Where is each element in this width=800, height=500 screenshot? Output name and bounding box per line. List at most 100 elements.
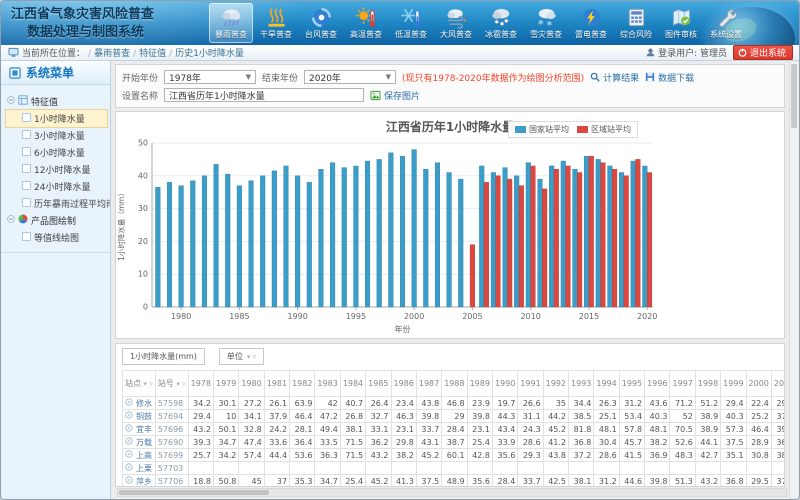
- table-row[interactable]: 萍乡5770618.850.8453735.334.725.445.241.33…: [123, 475, 786, 488]
- start-year-select[interactable]: 1978年 ▼: [164, 70, 256, 84]
- column-header-year[interactable]: 1984: [340, 371, 365, 397]
- filter-panel: 开始年份 1978年 ▼ 结束年份 2020年 ▼ (现只有1978-2020年…: [115, 64, 785, 108]
- radio-icon[interactable]: [125, 450, 133, 460]
- column-header-year[interactable]: 1988: [442, 371, 467, 397]
- breadcrumb-item[interactable]: 历史1小时降水量: [175, 49, 244, 59]
- sidebar-group-color-wheel[interactable]: 产品图绘制: [6, 212, 107, 229]
- column-header-year[interactable]: 1998: [695, 371, 720, 397]
- breadcrumb-item[interactable]: 暴雨普查: [94, 49, 130, 59]
- precip-value: 40.7: [340, 397, 365, 410]
- checkbox-icon[interactable]: [22, 130, 31, 142]
- sidebar-item[interactable]: 等值线绘图: [6, 229, 107, 246]
- column-header-year[interactable]: 1985: [366, 371, 391, 397]
- sidebar-item[interactable]: 3小时降水量: [6, 127, 107, 144]
- checkbox-icon[interactable]: [22, 113, 31, 125]
- checkbox-icon[interactable]: [22, 198, 31, 210]
- toolbar-item-wind-survey[interactable]: 大风普查: [434, 3, 478, 43]
- sidebar: 系统菜单 特征值1小时降水量3小时降水量6小时降水量12小时降水量24小时降水量…: [1, 61, 111, 499]
- toolbar-item-lightning-survey[interactable]: 雷电普查: [569, 3, 613, 43]
- toolbar-item-snow-survey[interactable]: 雪灾普查: [524, 3, 568, 43]
- station-name: 上栗: [136, 463, 152, 474]
- column-header-year[interactable]: 1981: [264, 371, 289, 397]
- column-header-year[interactable]: 1991: [518, 371, 543, 397]
- horizontal-scrollbar-thumb[interactable]: [119, 490, 269, 495]
- column-header-year[interactable]: 2001: [771, 371, 785, 397]
- checkbox-icon[interactable]: [22, 164, 31, 176]
- radio-icon[interactable]: [125, 411, 133, 421]
- toolbar-item-drought-survey[interactable]: 干旱普查: [254, 3, 298, 43]
- sidebar-item[interactable]: 1小时降水量: [6, 110, 107, 127]
- column-header-year[interactable]: 1999: [721, 371, 746, 397]
- column-header-year[interactable]: 1994: [594, 371, 619, 397]
- chart-legend: 国家站平均区域站平均: [508, 121, 638, 138]
- sidebar-item[interactable]: 6小时降水量: [6, 144, 107, 161]
- main-toolbar: 暴雨普查干旱普查台风普查高温普查低温普查大风普查冰雹普查雪灾普查雷电普查综合风险…: [209, 3, 748, 43]
- toolbar-item-risk-calc[interactable]: 综合风险: [614, 3, 658, 43]
- column-header-year[interactable]: 1992: [543, 371, 568, 397]
- radio-icon[interactable]: [125, 476, 133, 486]
- sidebar-item[interactable]: 历年暴雨过程平均雨量: [6, 195, 107, 212]
- table-row[interactable]: 修水5759834.230.127.226.163.94240.726.423.…: [123, 397, 786, 410]
- toolbar-item-hail-survey[interactable]: 冰雹普查: [479, 3, 523, 43]
- column-header-year[interactable]: 1982: [290, 371, 315, 397]
- precip-value: 42.5: [543, 475, 568, 488]
- sidebar-item[interactable]: 24小时降水量: [6, 178, 107, 195]
- vertical-scrollbar[interactable]: [789, 62, 798, 497]
- table-row[interactable]: 上高5769925.734.257.444.453.636.371.543.23…: [123, 449, 786, 462]
- toolbar-item-low-temp-survey[interactable]: 低温普查: [389, 3, 433, 43]
- toolbar-item-system-settings[interactable]: 系统设置: [704, 3, 748, 43]
- horizontal-scrollbar[interactable]: [117, 488, 787, 497]
- chart-name-input[interactable]: 江西省历年1小时降水量: [164, 88, 364, 102]
- column-header-station[interactable]: 站点 ▾ ▿: [123, 371, 156, 397]
- checkbox-icon[interactable]: [22, 232, 31, 244]
- column-header-year[interactable]: 2000: [746, 371, 771, 397]
- typhoon-survey-icon: [309, 5, 333, 29]
- column-header-year[interactable]: 1980: [239, 371, 264, 397]
- logout-button[interactable]: 退出系统: [733, 45, 793, 60]
- column-header-year[interactable]: 1986: [391, 371, 416, 397]
- column-header-year[interactable]: 1983: [315, 371, 340, 397]
- vertical-scrollbar-thumb[interactable]: [791, 64, 797, 128]
- radio-icon[interactable]: [125, 437, 133, 447]
- table-row[interactable]: 铜鼓5769429.41034.137.946.447.226.832.746.…: [123, 410, 786, 423]
- precip-value: 25.1: [594, 410, 619, 423]
- radio-icon[interactable]: [125, 424, 133, 434]
- column-header-year[interactable]: 1978: [188, 371, 213, 397]
- toolbar-item-rain-survey[interactable]: 暴雨普查: [209, 3, 253, 43]
- column-header-year[interactable]: 1990: [492, 371, 517, 397]
- station-name: 铜鼓: [136, 411, 152, 422]
- radio-icon[interactable]: [125, 463, 133, 473]
- column-header-station-id[interactable]: 站号 ▾ ▿: [155, 371, 188, 397]
- sidebar-item[interactable]: 12小时降水量: [6, 161, 107, 178]
- save-image-button[interactable]: 保存图片: [370, 89, 420, 102]
- toolbar-item-high-temp-survey[interactable]: 高温普查: [344, 3, 388, 43]
- column-header-year[interactable]: 1993: [569, 371, 594, 397]
- checkbox-icon[interactable]: [22, 181, 31, 193]
- sidebar-group-feature-table[interactable]: 特征值: [6, 93, 107, 110]
- column-header-year[interactable]: 1989: [467, 371, 492, 397]
- column-header-year[interactable]: 1995: [619, 371, 644, 397]
- svg-text:年份: 年份: [395, 324, 411, 334]
- table-row[interactable]: 上栗57703: [123, 462, 786, 475]
- breadcrumb-item[interactable]: 特征值: [139, 49, 166, 59]
- table-row[interactable]: 宜丰5769643.250.132.824.228.149.438.133.12…: [123, 423, 786, 436]
- column-header-year[interactable]: 1997: [670, 371, 695, 397]
- precip-value: 36.9: [645, 449, 670, 462]
- column-header-year[interactable]: 1996: [645, 371, 670, 397]
- unit-filter-dropdown[interactable]: 单位 ▾ ▿: [219, 348, 264, 365]
- calculate-button[interactable]: 计算结果: [590, 71, 639, 84]
- table-row[interactable]: 万载5769039.334.747.433.636.433.571.536.22…: [123, 436, 786, 449]
- breadcrumb-separator: /: [169, 49, 172, 59]
- precip-value: 57.8: [619, 423, 644, 436]
- hail-survey-icon: [489, 5, 513, 29]
- checkbox-icon[interactable]: [22, 147, 31, 159]
- column-header-year[interactable]: 1987: [416, 371, 441, 397]
- column-header-year[interactable]: 1979: [213, 371, 238, 397]
- download-button[interactable]: 数据下载: [645, 71, 694, 84]
- end-year-select[interactable]: 2020年 ▼: [304, 70, 396, 84]
- radio-icon[interactable]: [125, 398, 133, 408]
- expand-toggle-icon[interactable]: [7, 96, 15, 107]
- toolbar-item-typhoon-survey[interactable]: 台风普查: [299, 3, 343, 43]
- expand-toggle-icon[interactable]: [7, 215, 15, 226]
- toolbar-item-map-review[interactable]: 图件审核: [659, 3, 703, 43]
